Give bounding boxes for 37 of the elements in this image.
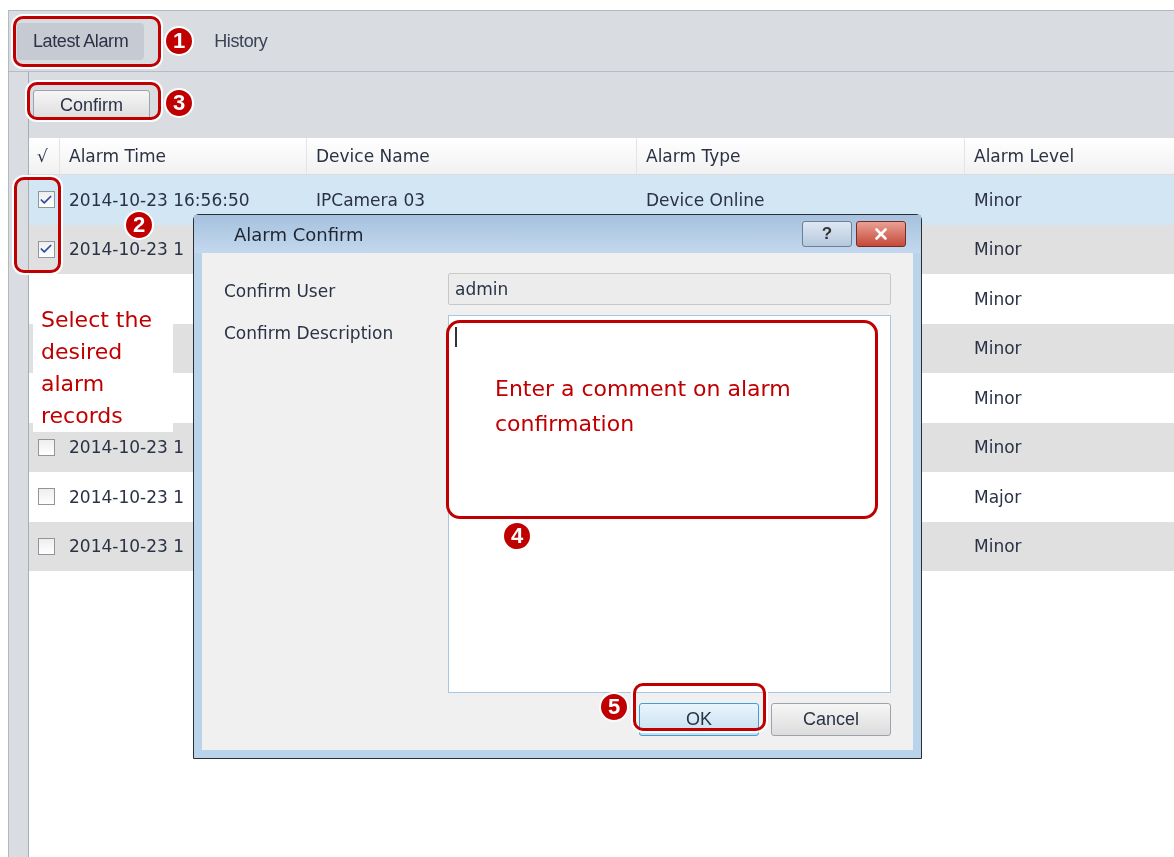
table-cell: Minor (974, 338, 1022, 359)
column-header[interactable]: Device Name (306, 138, 636, 174)
table-cell: Minor (974, 288, 1022, 309)
tab[interactable]: Latest Alarm (17, 22, 145, 60)
table-cell: 2014-10-23 1 (69, 437, 184, 458)
checkbox[interactable] (37, 438, 55, 456)
table-cell: IPCamera 03 (316, 189, 425, 210)
column-header[interactable]: Alarm Type (636, 138, 964, 174)
checkbox[interactable] (37, 191, 55, 209)
checkbox[interactable] (37, 240, 55, 258)
table-cell: Minor (974, 387, 1022, 408)
callout-note: Enter a comment on alarm confirmation (446, 320, 878, 519)
table-cell: Minor (974, 239, 1022, 260)
dialog-title: Alarm Confirm (234, 223, 364, 245)
checkbox[interactable] (37, 537, 55, 555)
field-label: Confirm Description (224, 322, 395, 343)
column-header[interactable]: √ (29, 138, 59, 174)
table-cell: 2014-10-23 1 (69, 486, 184, 507)
close-icon (872, 225, 890, 243)
table-cell: Minor (974, 437, 1022, 458)
table-cell: 2014-10-23 16:56:50 (69, 189, 250, 210)
field-label: Confirm User (224, 280, 337, 301)
table-cell: Minor (974, 189, 1022, 210)
close-button[interactable] (856, 221, 906, 247)
dialog-button[interactable]: Cancel (771, 703, 891, 736)
input-field[interactable]: admin (448, 273, 891, 305)
help-button[interactable]: ? (802, 221, 852, 247)
table-cell: Device Online (646, 189, 765, 210)
tab[interactable]: History (198, 22, 284, 60)
text-cursor (455, 327, 457, 347)
checkbox[interactable] (37, 488, 55, 506)
table-cell: Minor (974, 536, 1022, 557)
column-header[interactable]: Alarm Level (964, 138, 1174, 174)
table-cell: 2014-10-23 1 (69, 239, 184, 260)
table-cell: 2014-10-23 1 (69, 536, 184, 557)
column-header[interactable]: Alarm Time (59, 138, 306, 174)
table-cell: Major (974, 486, 1022, 507)
